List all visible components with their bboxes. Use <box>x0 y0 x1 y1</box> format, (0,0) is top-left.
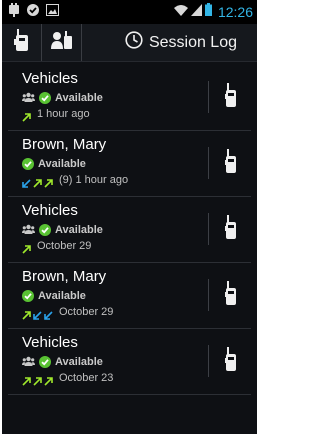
divider <box>208 81 209 113</box>
clock-icon <box>125 31 143 54</box>
item-content: Brown, Mary Available (9) 1 hour ago <box>8 131 211 196</box>
call-history-row: (9) 1 hour ago <box>22 173 211 188</box>
outgoing-call-arrow-icon <box>22 109 31 122</box>
available-check-icon <box>22 290 34 302</box>
available-check-icon <box>39 92 51 104</box>
divider <box>208 345 209 377</box>
user-radio-icon <box>50 31 73 54</box>
item-content: Vehicles Available October 29 <box>8 197 211 262</box>
list-item[interactable]: Vehicles Available October 29 <box>8 197 251 263</box>
call-history-row: October 29 <box>22 305 211 320</box>
call-button[interactable] <box>211 263 251 328</box>
radio-icon <box>225 347 237 376</box>
battery-icon <box>204 3 212 21</box>
status-text: Available <box>38 290 86 302</box>
status-text: Available <box>55 356 103 368</box>
status-row: Available <box>22 223 211 237</box>
outgoing-call-arrow-icon <box>22 373 31 386</box>
divider <box>208 213 209 245</box>
group-icon <box>22 89 35 107</box>
status-row: Available <box>22 355 211 369</box>
call-button[interactable] <box>211 329 251 394</box>
divider <box>208 279 209 311</box>
available-check-icon <box>39 224 51 236</box>
outgoing-call-arrow-icon <box>22 307 31 320</box>
outgoing-call-arrow-icon <box>33 373 42 386</box>
radio-icon <box>225 149 237 178</box>
call-button[interactable] <box>211 65 251 130</box>
item-content: Vehicles Available October 23 <box>8 329 211 394</box>
clock: 12:26 <box>217 4 253 20</box>
call-time: October 23 <box>59 372 114 384</box>
outgoing-call-arrow-icon <box>33 175 42 188</box>
incoming-call-arrow-icon <box>22 175 31 188</box>
call-history-row: October 23 <box>22 371 211 386</box>
contact-name: Vehicles <box>22 334 78 351</box>
incoming-call-arrow-icon <box>44 307 53 320</box>
usb-icon <box>8 2 20 22</box>
item-content: Brown, Mary Available October 29 <box>8 263 211 328</box>
radio-icon <box>225 83 237 112</box>
status-row: Available <box>22 91 211 105</box>
contact-name: Vehicles <box>22 70 78 87</box>
contact-name: Vehicles <box>22 202 78 219</box>
action-bar: Session Log <box>2 24 257 62</box>
list-item[interactable]: Brown, Mary Available (9) 1 hour ago <box>8 131 251 197</box>
sync-icon <box>27 3 39 21</box>
radio-icon <box>13 29 30 56</box>
group-icon <box>22 353 35 371</box>
users-button[interactable] <box>42 24 82 61</box>
status-text: Available <box>55 92 103 104</box>
call-time: 1 hour ago <box>37 108 90 120</box>
item-content: Vehicles Available 1 hour ago <box>8 65 211 130</box>
list-item[interactable]: Brown, Mary Available October 29 <box>8 263 251 329</box>
list-item[interactable]: Vehicles Available 1 hour ago <box>8 65 251 131</box>
divider <box>208 147 209 179</box>
status-bar: 12:26 <box>2 0 257 24</box>
contact-name: Brown, Mary <box>22 268 107 285</box>
gallery-icon <box>46 3 59 21</box>
radio-icon <box>225 281 237 310</box>
session-log-list: Vehicles Available 1 hour ago Brown, Mary Av… <box>2 62 257 395</box>
status-row: Available <box>22 157 211 171</box>
signal-icon <box>190 3 202 21</box>
status-row: Available <box>22 289 211 303</box>
call-button[interactable] <box>211 131 251 196</box>
call-time: October 29 <box>59 306 114 318</box>
call-history-row: 1 hour ago <box>22 107 211 122</box>
session-log-label: Session Log <box>148 33 237 51</box>
incoming-call-arrow-icon <box>33 307 42 320</box>
list-item[interactable]: Vehicles Available October 23 <box>8 329 251 395</box>
status-text: Available <box>55 224 103 236</box>
outgoing-call-arrow-icon <box>44 175 53 188</box>
call-button[interactable] <box>211 197 251 262</box>
call-time: October 29 <box>37 240 92 252</box>
group-icon <box>22 221 35 239</box>
outgoing-call-arrow-icon <box>44 373 53 386</box>
contact-name: Brown, Mary <box>22 136 107 153</box>
call-history-row: October 29 <box>22 239 211 254</box>
wifi-icon <box>173 3 188 21</box>
radio-icon <box>225 215 237 244</box>
call-time: (9) 1 hour ago <box>59 174 129 186</box>
available-check-icon <box>39 356 51 368</box>
radio-button[interactable] <box>2 24 42 61</box>
session-log-button[interactable]: Session Log <box>125 24 257 61</box>
outgoing-call-arrow-icon <box>22 241 31 254</box>
device-screen: 12:26 Session Log Vehicles Available 1 hou… <box>2 0 257 434</box>
status-text: Available <box>38 158 86 170</box>
available-check-icon <box>22 158 34 170</box>
